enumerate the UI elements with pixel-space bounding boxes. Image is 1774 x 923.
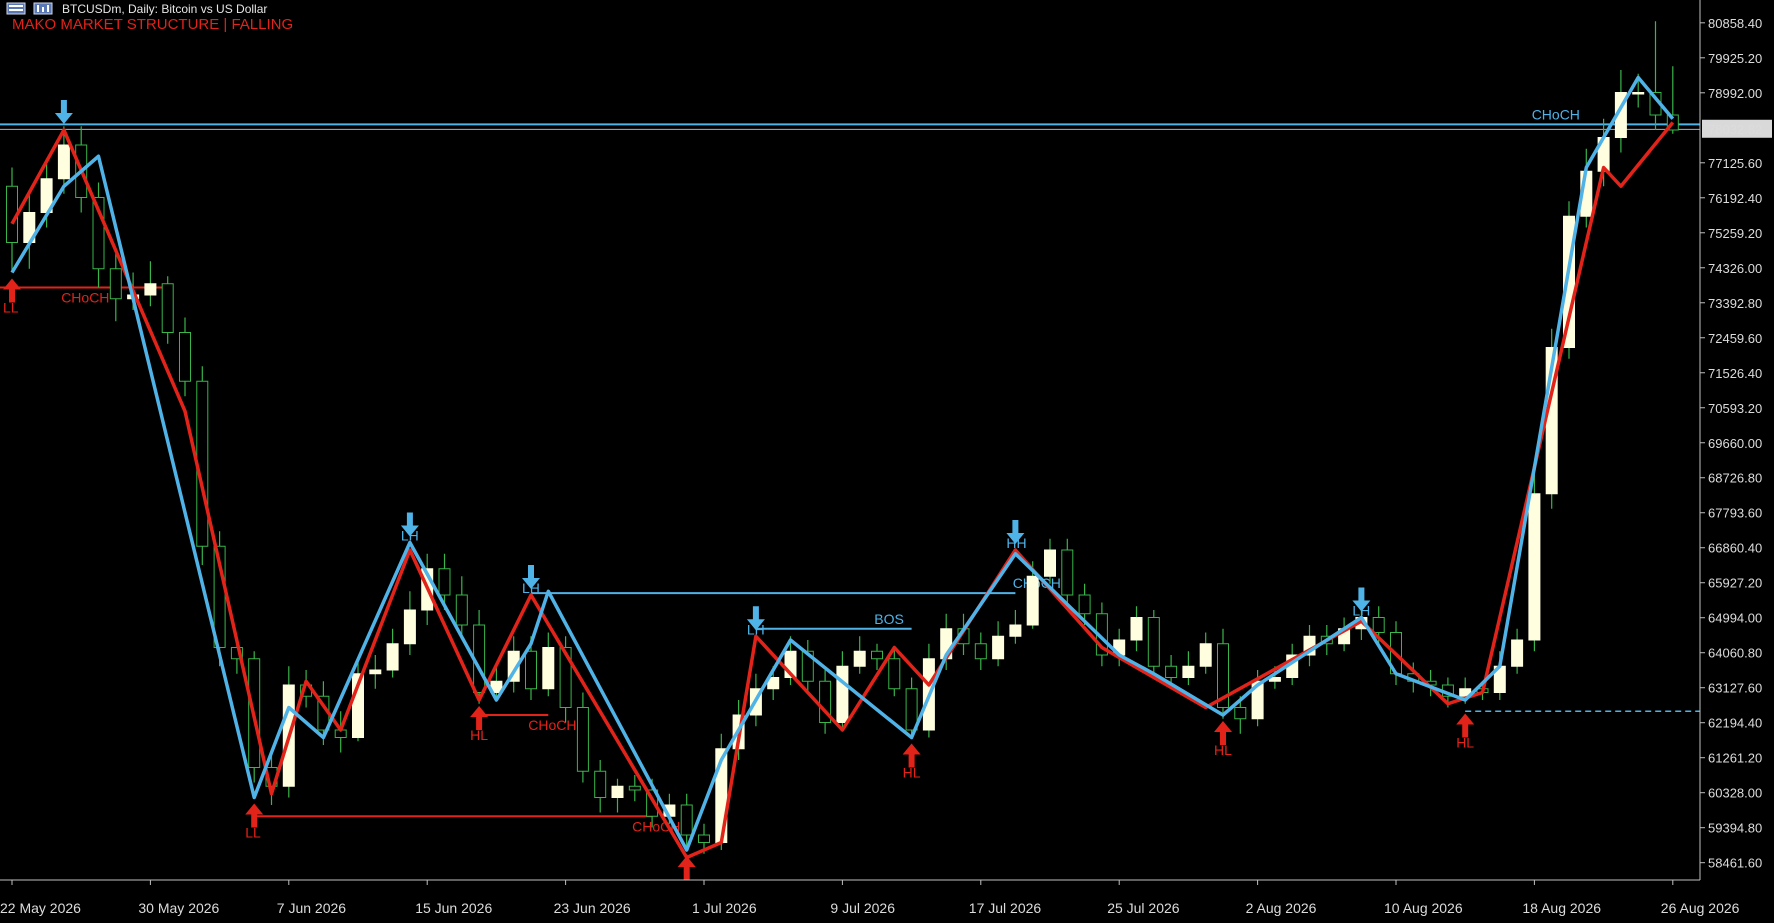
swing-label-6: LL <box>3 300 19 316</box>
candle-body <box>1026 575 1039 626</box>
candle-body <box>455 594 468 626</box>
candle-body <box>403 609 416 645</box>
swing-label-2: LH <box>522 580 540 596</box>
time-tick-label: 2 Aug 2026 <box>1246 900 1317 916</box>
price-tick-label: 66860.40 <box>1708 541 1762 556</box>
price-tick-label: 79925.20 <box>1708 51 1762 66</box>
level-label-2: BOS <box>874 611 904 627</box>
candle-body <box>1234 707 1247 720</box>
price-tick-label: 67793.60 <box>1708 506 1762 521</box>
candle-body <box>525 650 537 690</box>
swing-label-3: LH <box>747 621 765 637</box>
swing-label-11: HL <box>1214 742 1232 758</box>
candle-body <box>836 665 849 723</box>
time-tick-label: 30 May 2026 <box>138 900 219 916</box>
candle-body <box>161 283 174 333</box>
price-tick-label: 72459.60 <box>1708 331 1762 346</box>
time-tick-label: 18 Aug 2026 <box>1522 900 1601 916</box>
candle-body <box>698 834 710 843</box>
candle-body <box>628 785 641 791</box>
price-tick-label: 68726.80 <box>1708 471 1762 486</box>
price-tick-label: 80858.40 <box>1708 16 1762 31</box>
candle-body <box>680 804 693 836</box>
candle-body <box>888 658 901 690</box>
price-tick-label: 63127.60 <box>1708 681 1762 696</box>
candle-body <box>542 647 555 690</box>
swing-label-5: LH <box>1352 603 1370 619</box>
price-tick-label: 60328.00 <box>1708 786 1762 801</box>
candle-body <box>992 635 1005 660</box>
price-tick-label: 65927.20 <box>1708 576 1762 591</box>
price-tick-label: 71526.40 <box>1708 366 1762 381</box>
chart-header: BTCUSDm, Daily: Bitcoin vs US Dollar MAK… <box>0 0 600 34</box>
price-tick-label: 77125.60 <box>1708 156 1762 171</box>
candle-body <box>438 568 451 596</box>
price-tick-label: 69660.00 <box>1708 436 1762 451</box>
price-tick-label: 75259.20 <box>1708 226 1762 241</box>
price-chart[interactable]: CHoCHCHoCHBOSCHoCHCHoCHCHoCH LHLHLHHHLHL… <box>0 0 1774 923</box>
candle-body <box>576 707 589 772</box>
time-tick-label: 22 May 2026 <box>0 900 81 916</box>
indicator-title: MAKO MARKET STRUCTURE | FALLING <box>12 16 294 33</box>
candle-body <box>1009 624 1022 637</box>
candle-body <box>144 283 157 296</box>
candle-body <box>1372 617 1385 633</box>
candle-body <box>179 332 191 382</box>
candle-body <box>1078 594 1091 615</box>
time-tick-label: 23 Jun 2026 <box>554 900 631 916</box>
price-tick-label: 58461.60 <box>1708 856 1762 871</box>
candle-body <box>1130 617 1143 641</box>
price-tick-label: 64060.80 <box>1708 646 1762 661</box>
price-tick-label: 73392.80 <box>1708 296 1762 311</box>
time-tick-label: 10 Aug 2026 <box>1384 900 1463 916</box>
candle-body <box>853 650 866 667</box>
time-tick-label: 7 Jun 2026 <box>277 900 346 916</box>
time-tick-label: 26 Aug 2026 <box>1661 900 1740 916</box>
price-tick-label: 59394.80 <box>1708 821 1762 836</box>
candle-body <box>369 669 382 675</box>
candle-body <box>1199 643 1212 667</box>
time-tick-label: 1 Jul 2026 <box>692 900 757 916</box>
price-tick-label: 62194.40 <box>1708 716 1762 731</box>
window-icons[interactable] <box>6 2 56 15</box>
time-tick-label: 15 Jun 2026 <box>415 900 492 916</box>
price-tick-label: 74326.00 <box>1708 261 1762 276</box>
candle-body <box>1061 549 1074 596</box>
candle-body <box>386 643 399 671</box>
time-tick-label: 25 Jul 2026 <box>1107 900 1180 916</box>
level-label-3: CHoCH <box>61 290 109 306</box>
price-tick-label: 70593.20 <box>1708 401 1762 416</box>
price-tick-label: 64994.00 <box>1708 611 1762 626</box>
swing-label-7: LL <box>245 825 261 841</box>
swing-label-4: HH <box>1006 535 1026 551</box>
candle-body <box>57 144 70 180</box>
candle-body <box>1182 665 1195 678</box>
candle-body <box>1511 639 1524 667</box>
swing-label-8: HL <box>470 727 488 743</box>
swing-label-12: HL <box>1456 735 1474 751</box>
candle-body <box>871 650 883 660</box>
candle-body <box>611 785 624 798</box>
time-tick-label: 9 Jul 2026 <box>830 900 895 916</box>
price-tick-label: 61261.20 <box>1708 751 1762 766</box>
candle-body <box>109 268 122 300</box>
current-price-label: 78032.82 <box>1708 122 1762 137</box>
candle-body <box>1632 92 1645 95</box>
swing-label-10: HL <box>903 765 921 781</box>
level-label-0: CHoCH <box>1532 106 1580 122</box>
candle-body <box>1147 617 1160 667</box>
symbol-title: BTCUSDm, Daily: Bitcoin vs US Dollar <box>62 2 268 16</box>
level-label-4: CHoCH <box>528 717 576 733</box>
candle-body <box>594 770 607 798</box>
candle-body <box>1044 549 1056 577</box>
swing-label-1: LH <box>401 528 419 544</box>
candle-body <box>1528 493 1541 641</box>
time-tick-label: 17 Jul 2026 <box>969 900 1042 916</box>
price-tick-label: 78992.00 <box>1708 86 1762 101</box>
candle-body <box>1165 665 1178 678</box>
price-tick-label: 76192.40 <box>1708 191 1762 206</box>
candle-body <box>974 643 987 660</box>
